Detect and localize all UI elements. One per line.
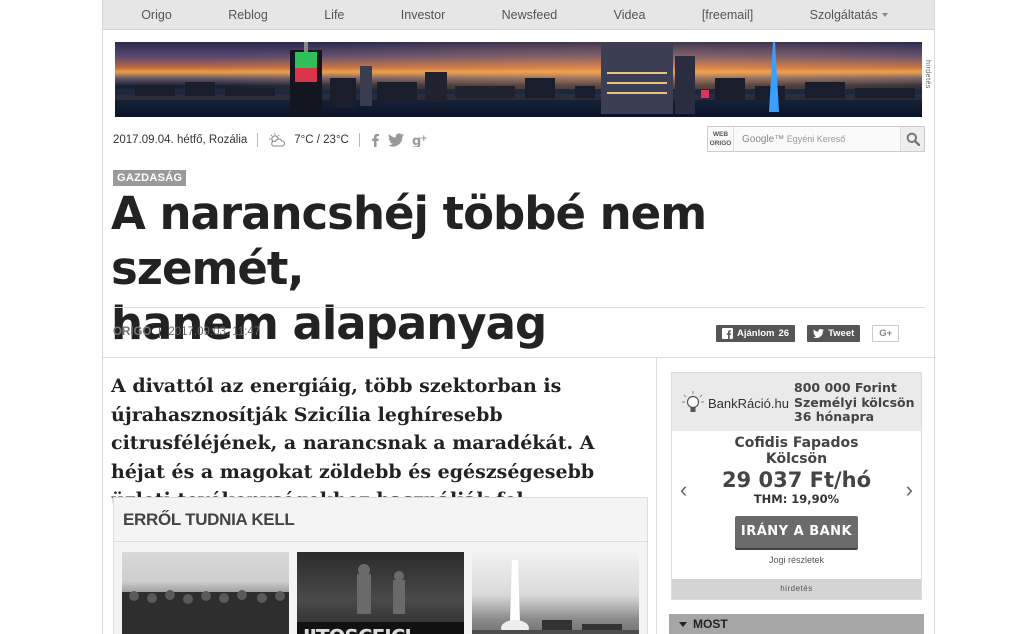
ad-footer-label: hirdetés [672, 579, 921, 599]
related-article-thumbnail[interactable] [472, 552, 639, 634]
related-articles-title: ERRŐL TUDNIA KELL [114, 498, 647, 542]
google-plus-button[interactable]: G+ [872, 325, 900, 342]
site-frame: Origo Reblog Life Investor Newsfeed Vide… [102, 0, 936, 634]
ad-offer: 800 000 Forint Személyi kölcsön 36 hónap… [794, 380, 915, 425]
google-brand: Google™ [742, 133, 785, 145]
related-article-thumbnail[interactable] [122, 552, 289, 634]
related-thumbnails: IITOSCEICI [122, 552, 639, 634]
current-date: 2017.09.04. hétfő, Rozália [113, 133, 248, 146]
chevron-left-icon[interactable]: ‹ [680, 477, 687, 503]
city-skyline-image [115, 42, 922, 116]
divider [358, 132, 360, 147]
facebook-recommend-count: 26 [778, 328, 790, 339]
bank-loan-ad[interactable]: BankRáció.hu 800 000 Forint Személyi köl… [671, 372, 922, 600]
page-margin-left [0, 0, 102, 634]
headline-line-2: hanem alapanyag [111, 297, 547, 350]
divider [159, 326, 161, 338]
nav-item-investor[interactable]: Investor [401, 8, 445, 22]
related-article-thumbnail[interactable]: IITOSCEICI [297, 552, 464, 634]
nav-item-newsfeed[interactable]: Newsfeed [502, 8, 558, 22]
search-scope-line2: ORIGO [709, 140, 732, 147]
lightbulb-icon [682, 391, 704, 412]
rocket-launch-photo [472, 560, 639, 634]
ad-monthly-price: 29 037 Ft/hó [721, 468, 872, 492]
twitter-icon[interactable] [387, 132, 404, 147]
tweet-button[interactable]: Tweet [807, 325, 861, 342]
nav-item-szolgaltatas-label: Szolgáltatás [809, 7, 878, 22]
search-button[interactable] [900, 127, 924, 151]
social-links: g + [370, 132, 428, 147]
partly-cloudy-icon [269, 132, 286, 146]
article-source[interactable]: ORIGO [113, 326, 151, 338]
tweet-label: Tweet [828, 328, 855, 339]
twitter-icon [813, 329, 825, 338]
legal-details-link[interactable]: Jogi részletek [672, 555, 921, 565]
publish-date: 2017.09.03. 11:47 [168, 326, 261, 338]
facebook-icon [722, 328, 733, 339]
search-box: WEB ORIGO Google™ Egyéni Kereső [707, 126, 925, 152]
nav-item-reblog[interactable]: Reblog [228, 8, 268, 22]
divider [113, 307, 925, 308]
category-tag[interactable]: GAZDASÁG [113, 170, 187, 186]
ad-thm-rate: THM: 19,90% [753, 492, 840, 506]
svg-text:IITOSCEICI: IITOSCEICI [303, 625, 411, 634]
headline-line-1: A narancshéj többé nem szemét, [111, 187, 707, 295]
top-navigation: Origo Reblog Life Investor Newsfeed Vide… [103, 0, 934, 30]
caret-down-icon [679, 621, 687, 627]
nav-item-szolgaltatas[interactable]: Szolgáltatás [810, 8, 888, 22]
share-buttons: Ajánlom 26 Tweet G+ [716, 325, 900, 342]
ad-brand-name: BankRáció.hu [708, 395, 789, 411]
go-to-bank-button[interactable]: IRÁNY A BANK [735, 516, 858, 548]
facebook-recommend-button[interactable]: Ajánlom 26 [716, 325, 796, 342]
facebook-icon[interactable] [370, 133, 380, 147]
chevron-right-icon[interactable]: › [906, 477, 913, 503]
divider [257, 132, 259, 147]
ad-offer-line-3: 36 hónapra [794, 409, 875, 424]
article-lead: A divattól az energiáig, több szektorban… [111, 375, 595, 511]
search-input[interactable]: Google™ Egyéni Kereső [734, 134, 900, 145]
ad-product-line-1: Cofidis Fapados [734, 435, 859, 451]
page: Origo Reblog Life Investor Newsfeed Vide… [0, 0, 1024, 634]
crowd-photo [122, 590, 289, 634]
nav-item-videa[interactable]: Videa [614, 8, 646, 22]
football-photo: IITOSCEICI [297, 564, 464, 634]
search-scope-line1: WEB [712, 131, 729, 138]
svg-text:+: + [420, 134, 428, 144]
ad-product-line-2: Kölcsön [765, 451, 828, 467]
byline: ORIGO 2017.09.03. 11:47 [113, 326, 260, 338]
chevron-down-icon [881, 13, 888, 18]
ad-offer-line-1: 800 000 Forint [794, 380, 897, 395]
ad-product-name: Cofidis Fapados Kölcsön [672, 431, 921, 467]
column-divider [656, 357, 657, 634]
nav-item-life[interactable]: Life [324, 8, 344, 22]
related-articles-box: ERRŐL TUDNIA KELL IITOSCEICI [113, 497, 648, 634]
ad-brand: BankRáció.hu [682, 391, 789, 415]
divider [103, 357, 936, 358]
search-scope-tag[interactable]: WEB ORIGO [708, 127, 734, 151]
ad-header: BankRáció.hu 800 000 Forint Személyi köl… [672, 373, 921, 431]
temperature-range: 7°C / 23°C [294, 133, 349, 146]
banner-ad-label: hirdetés [924, 60, 931, 89]
info-bar: 2017.09.04. hétfő, Rozália 7°C / 23°C g +… [113, 126, 925, 153]
most-label: MOST [693, 617, 728, 631]
search-icon [906, 132, 920, 146]
ad-body: ‹ › Cofidis Fapados Kölcsön 29 037 Ft/hó… [672, 431, 921, 581]
ad-offer-line-2: Személyi kölcsön [794, 394, 915, 410]
facebook-recommend-label: Ajánlom [737, 328, 775, 339]
google-plus-icon[interactable]: g+ [412, 133, 428, 147]
banner-ad-image[interactable] [115, 42, 922, 117]
weather-widget[interactable]: 7°C / 23°C [268, 132, 349, 147]
nav-item-origo[interactable]: Origo [141, 8, 172, 22]
nav-item-freemail[interactable]: [freemail] [702, 8, 753, 22]
most-section-header[interactable]: MOST [669, 614, 924, 634]
search-placeholder: Egyéni Kereső [786, 133, 846, 144]
